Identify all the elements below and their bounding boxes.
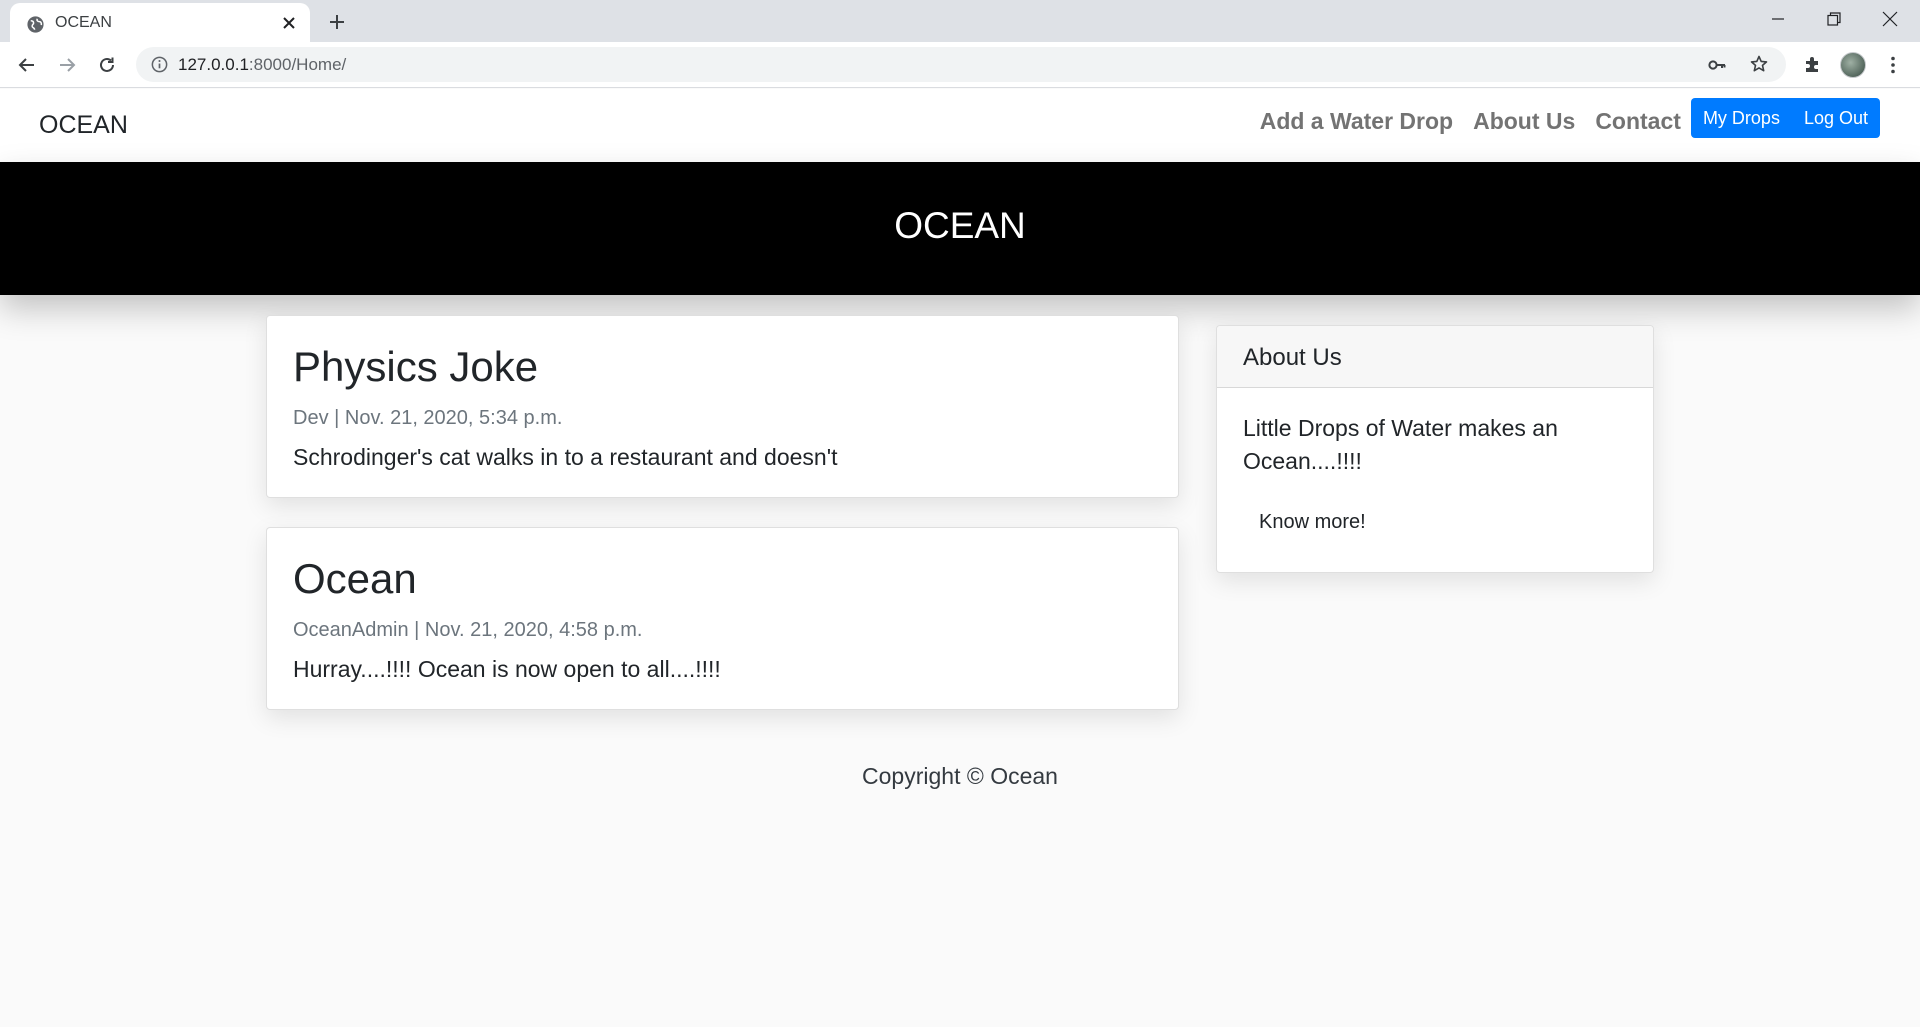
avatar [1840, 52, 1866, 78]
about-us-sidebar: About Us Little Drops of Water makes an … [1216, 325, 1654, 573]
browser-toolbar: 127.0.0.1:8000/Home/ [0, 42, 1920, 88]
footer-copyright: Copyright © Ocean [862, 763, 1058, 789]
restore-icon[interactable] [1806, 0, 1862, 38]
hero-title: OCEAN [894, 205, 1026, 246]
hero-banner: OCEAN [0, 162, 1920, 295]
key-icon[interactable] [1706, 54, 1728, 76]
browser-tab[interactable]: OCEAN [10, 3, 310, 42]
post-title[interactable]: Ocean [293, 555, 417, 603]
sidebar-header: About Us [1217, 326, 1653, 388]
globe-icon [27, 16, 44, 33]
brand-logo[interactable]: OCEAN [39, 111, 128, 140]
close-window-icon[interactable] [1862, 0, 1918, 38]
sidebar-title: About Us [1243, 344, 1342, 371]
reload-icon[interactable] [93, 51, 121, 79]
post-card: Ocean OceanAdmin | Nov. 21, 2020, 4:58 p… [266, 527, 1179, 710]
extensions-icon[interactable] [1798, 51, 1826, 79]
know-more-link[interactable]: Know more! [1259, 511, 1366, 534]
forward-arrow-icon[interactable] [53, 51, 81, 79]
new-tab-icon[interactable] [324, 9, 350, 35]
post-meta: OceanAdmin | Nov. 21, 2020, 4:58 p.m. [293, 619, 643, 641]
address-bar[interactable]: 127.0.0.1:8000/Home/ [136, 47, 1786, 82]
menu-kebab-icon[interactable] [1879, 51, 1907, 79]
profile-avatar[interactable] [1839, 51, 1867, 79]
browser-tab-strip: OCEAN [0, 0, 1920, 42]
close-tab-icon[interactable] [278, 12, 300, 34]
nav-link-contact[interactable]: Contact [1595, 108, 1681, 135]
my-drops-button[interactable]: My Drops [1690, 98, 1792, 138]
nav-link-about-us[interactable]: About Us [1473, 108, 1575, 135]
url-text: 127.0.0.1:8000/Home/ [178, 55, 347, 74]
minimize-icon[interactable] [1750, 0, 1806, 38]
nav-link-add-water-drop[interactable]: Add a Water Drop [1260, 108, 1453, 135]
post-card: Physics Joke Dev | Nov. 21, 2020, 5:34 p… [266, 315, 1179, 498]
post-meta: Dev | Nov. 21, 2020, 5:34 p.m. [293, 407, 563, 429]
post-body: Hurray....!!!! Ocean is now open to all.… [293, 656, 721, 682]
post-title[interactable]: Physics Joke [293, 343, 538, 391]
log-out-button[interactable]: Log Out [1791, 98, 1880, 138]
sidebar-text: Little Drops of Water makes an Ocean....… [1243, 415, 1558, 474]
site-navbar: OCEAN Add a Water Drop About Us Contact … [0, 89, 1920, 162]
bookmark-star-icon[interactable] [1748, 53, 1770, 75]
back-arrow-icon[interactable] [13, 51, 41, 79]
info-icon[interactable] [150, 55, 169, 74]
post-body: Schrodinger's cat walks in to a restaura… [293, 444, 838, 470]
tab-title: OCEAN [55, 14, 112, 31]
nav-links: Add a Water Drop About Us Contact My Dro… [1260, 98, 1880, 138]
